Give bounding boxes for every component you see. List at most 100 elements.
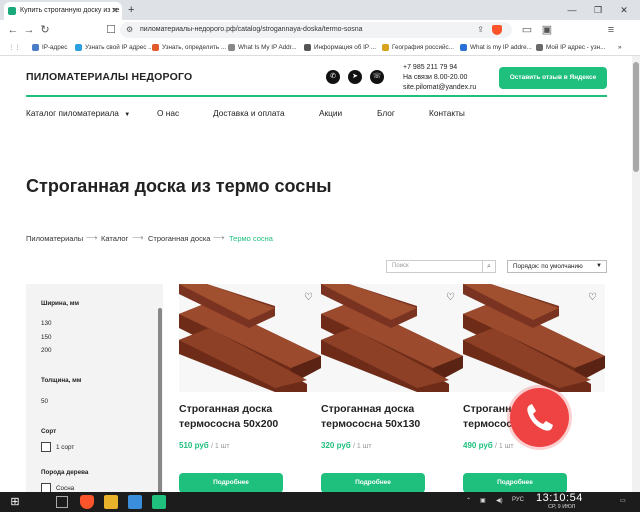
app-icon[interactable] — [128, 495, 142, 509]
task-view-icon[interactable] — [56, 496, 68, 508]
search-input[interactable]: Поиск ⌕ — [386, 260, 496, 273]
product-card[interactable]: ♡ Строганная доска термососна 50x130 320… — [321, 284, 463, 492]
product-title[interactable]: Строганная доска термососна 50x130 — [321, 402, 461, 432]
bookmark-item[interactable]: Узнать свой IP адрес ... — [75, 40, 153, 56]
favorite-heart-icon[interactable]: ♡ — [588, 292, 597, 303]
sort-select[interactable]: Порядок: по умолчанию ▼ — [507, 260, 607, 273]
reload-icon[interactable]: ↻ — [38, 20, 52, 40]
menu-item-label: Каталог пиломатериала — [26, 108, 119, 118]
grade-checkbox[interactable] — [41, 442, 51, 452]
favorite-heart-icon[interactable]: ♡ — [304, 292, 313, 303]
share-icon[interactable]: ⇪ — [477, 22, 484, 38]
menu-item-promotions[interactable]: Акции — [319, 108, 342, 118]
sidebar-toggle-icon[interactable]: ▭ — [520, 20, 534, 40]
forward-icon[interactable]: → — [22, 20, 36, 40]
product-image[interactable]: ♡ — [321, 284, 463, 392]
viber-icon[interactable]: ☏ — [370, 70, 384, 84]
more-bookmarks-button[interactable]: » — [618, 40, 622, 56]
telegram-icon[interactable]: ➤ — [348, 70, 362, 84]
site-logo[interactable]: ПИЛОМАТЕРИАЛЫ НЕДОРОГО — [26, 71, 192, 83]
bookmark-favicon — [152, 44, 159, 51]
wallet-icon[interactable]: ▣ — [540, 20, 554, 40]
clock-time[interactable]: 13:10:54 — [536, 492, 583, 504]
bookmark-item[interactable]: IP-адрес — [32, 40, 67, 56]
menu-item-blog[interactable]: Блог — [377, 108, 395, 118]
product-card[interactable]: ♡ Строганная доска термососна 50x200 510… — [179, 284, 321, 492]
product-title[interactable]: Строганная доска термососна 50x200 — [179, 402, 319, 432]
leave-review-button[interactable]: Оставить отзыв в Яндексе — [499, 67, 607, 89]
back-icon[interactable]: ← — [6, 20, 20, 40]
breadcrumb-item[interactable]: Каталог — [101, 234, 128, 243]
volume-icon[interactable]: ◀) — [496, 497, 503, 504]
filter-scrollbar[interactable] — [158, 308, 162, 492]
bookmark-item[interactable]: Узнать, определить ... — [152, 40, 226, 56]
app-icon[interactable] — [152, 495, 166, 509]
price-value: 510 руб — [179, 441, 209, 450]
bookmark-favicon — [304, 44, 311, 51]
site-info-icon[interactable]: ⚙ — [126, 22, 133, 38]
details-button[interactable]: Подробнее — [179, 473, 283, 492]
menu-item-contacts[interactable]: Контакты — [429, 108, 465, 118]
breadcrumb-separator: ⟶ — [86, 233, 98, 242]
maximize-window-icon[interactable]: ❐ — [588, 0, 608, 20]
price-unit: / 1 шт — [352, 443, 372, 450]
filter-title-grade: Сорт — [41, 428, 57, 435]
filter-title-width: Ширина, мм — [41, 300, 80, 307]
bookmark-item[interactable]: What Is My IP Addr... — [228, 40, 297, 56]
page-scrollbar-thumb[interactable] — [633, 62, 639, 172]
browser-menu-icon[interactable]: ≡ — [604, 20, 618, 40]
call-button[interactable] — [510, 388, 569, 447]
product-image[interactable]: ♡ — [463, 284, 605, 392]
bookmark-item[interactable]: What is my IP addre... — [460, 40, 532, 56]
language-indicator[interactable]: РУС — [512, 497, 524, 503]
brave-shields-icon[interactable] — [492, 25, 502, 35]
breadcrumb-item[interactable]: Строганная доска — [148, 234, 210, 243]
chevron-down-icon: ▼ — [596, 263, 602, 269]
bookmark-page-icon[interactable]: ☐ — [104, 20, 118, 40]
bookmark-item[interactable]: Информация об IP ... — [304, 40, 376, 56]
breadcrumb-item[interactable]: Пиломатериалы — [26, 234, 83, 243]
working-hours: На связи 8.00-20.00 — [403, 74, 468, 81]
tray-arrow-icon[interactable]: ⌃ — [466, 497, 471, 504]
filter-width-option[interactable]: 150 — [41, 334, 52, 341]
bookmark-item[interactable]: География российс... — [382, 40, 454, 56]
brave-browser-icon[interactable] — [80, 495, 94, 509]
phone-icon — [527, 404, 553, 431]
whatsapp-icon[interactable]: ✆ — [326, 70, 340, 84]
wood-planks-image — [321, 284, 463, 392]
wood-checkbox[interactable] — [41, 483, 51, 492]
filter-width-option[interactable]: 200 — [41, 347, 52, 354]
address-bar[interactable]: ⚙ пиломатериалы-недорого.рф/catalog/stro… — [120, 22, 512, 38]
details-button[interactable]: Подробнее — [321, 473, 425, 492]
breadcrumb-current: Термо сосна — [229, 234, 273, 243]
close-window-icon[interactable]: ✕ — [614, 0, 634, 20]
network-icon[interactable]: ▣ — [480, 497, 486, 504]
browser-tab[interactable]: Купить строганную доску из те ✕ — [4, 2, 122, 20]
site-favicon — [8, 7, 16, 15]
product-price: 490 руб / 1 шт — [463, 441, 514, 450]
sort-selected-value: Порядок: по умолчанию — [513, 263, 583, 270]
filter-width-option[interactable]: 130 — [41, 320, 52, 327]
close-tab-icon[interactable]: ✕ — [111, 2, 118, 20]
favorite-heart-icon[interactable]: ♡ — [446, 292, 455, 303]
filter-thickness-option[interactable]: 50 — [41, 398, 48, 405]
file-explorer-icon[interactable] — [104, 495, 118, 509]
clock-date[interactable]: СР, 9 ИЮЛ — [548, 504, 575, 510]
bookmark-item[interactable]: Мой IP адрес - узн... — [536, 40, 605, 56]
minimize-window-icon[interactable]: — — [562, 0, 582, 20]
menu-item-delivery[interactable]: Доставка и оплата — [213, 108, 285, 118]
windows-start-icon[interactable]: ⊞ — [8, 495, 22, 509]
menu-item-catalog[interactable]: Каталог пиломатериала ▼ — [26, 108, 130, 118]
page-scrollbar[interactable] — [632, 56, 640, 492]
contact-email[interactable]: site.pilomat@yandex.ru — [403, 84, 476, 91]
address-url: пиломатериалы-недорого.рф/catalog/stroga… — [140, 26, 363, 33]
apps-icon[interactable]: ⋮⋮ — [8, 40, 21, 56]
search-icon[interactable]: ⌕ — [482, 261, 495, 272]
bookmark-label: Информация об IP ... — [314, 44, 376, 51]
menu-item-about[interactable]: О нас — [157, 108, 179, 118]
new-tab-button[interactable]: + — [128, 2, 134, 18]
details-button[interactable]: Подробнее — [463, 473, 567, 492]
notifications-icon[interactable]: ▭ — [620, 497, 626, 504]
phone-number[interactable]: +7 985 211 79 94 — [403, 64, 457, 71]
product-image[interactable]: ♡ — [179, 284, 321, 392]
